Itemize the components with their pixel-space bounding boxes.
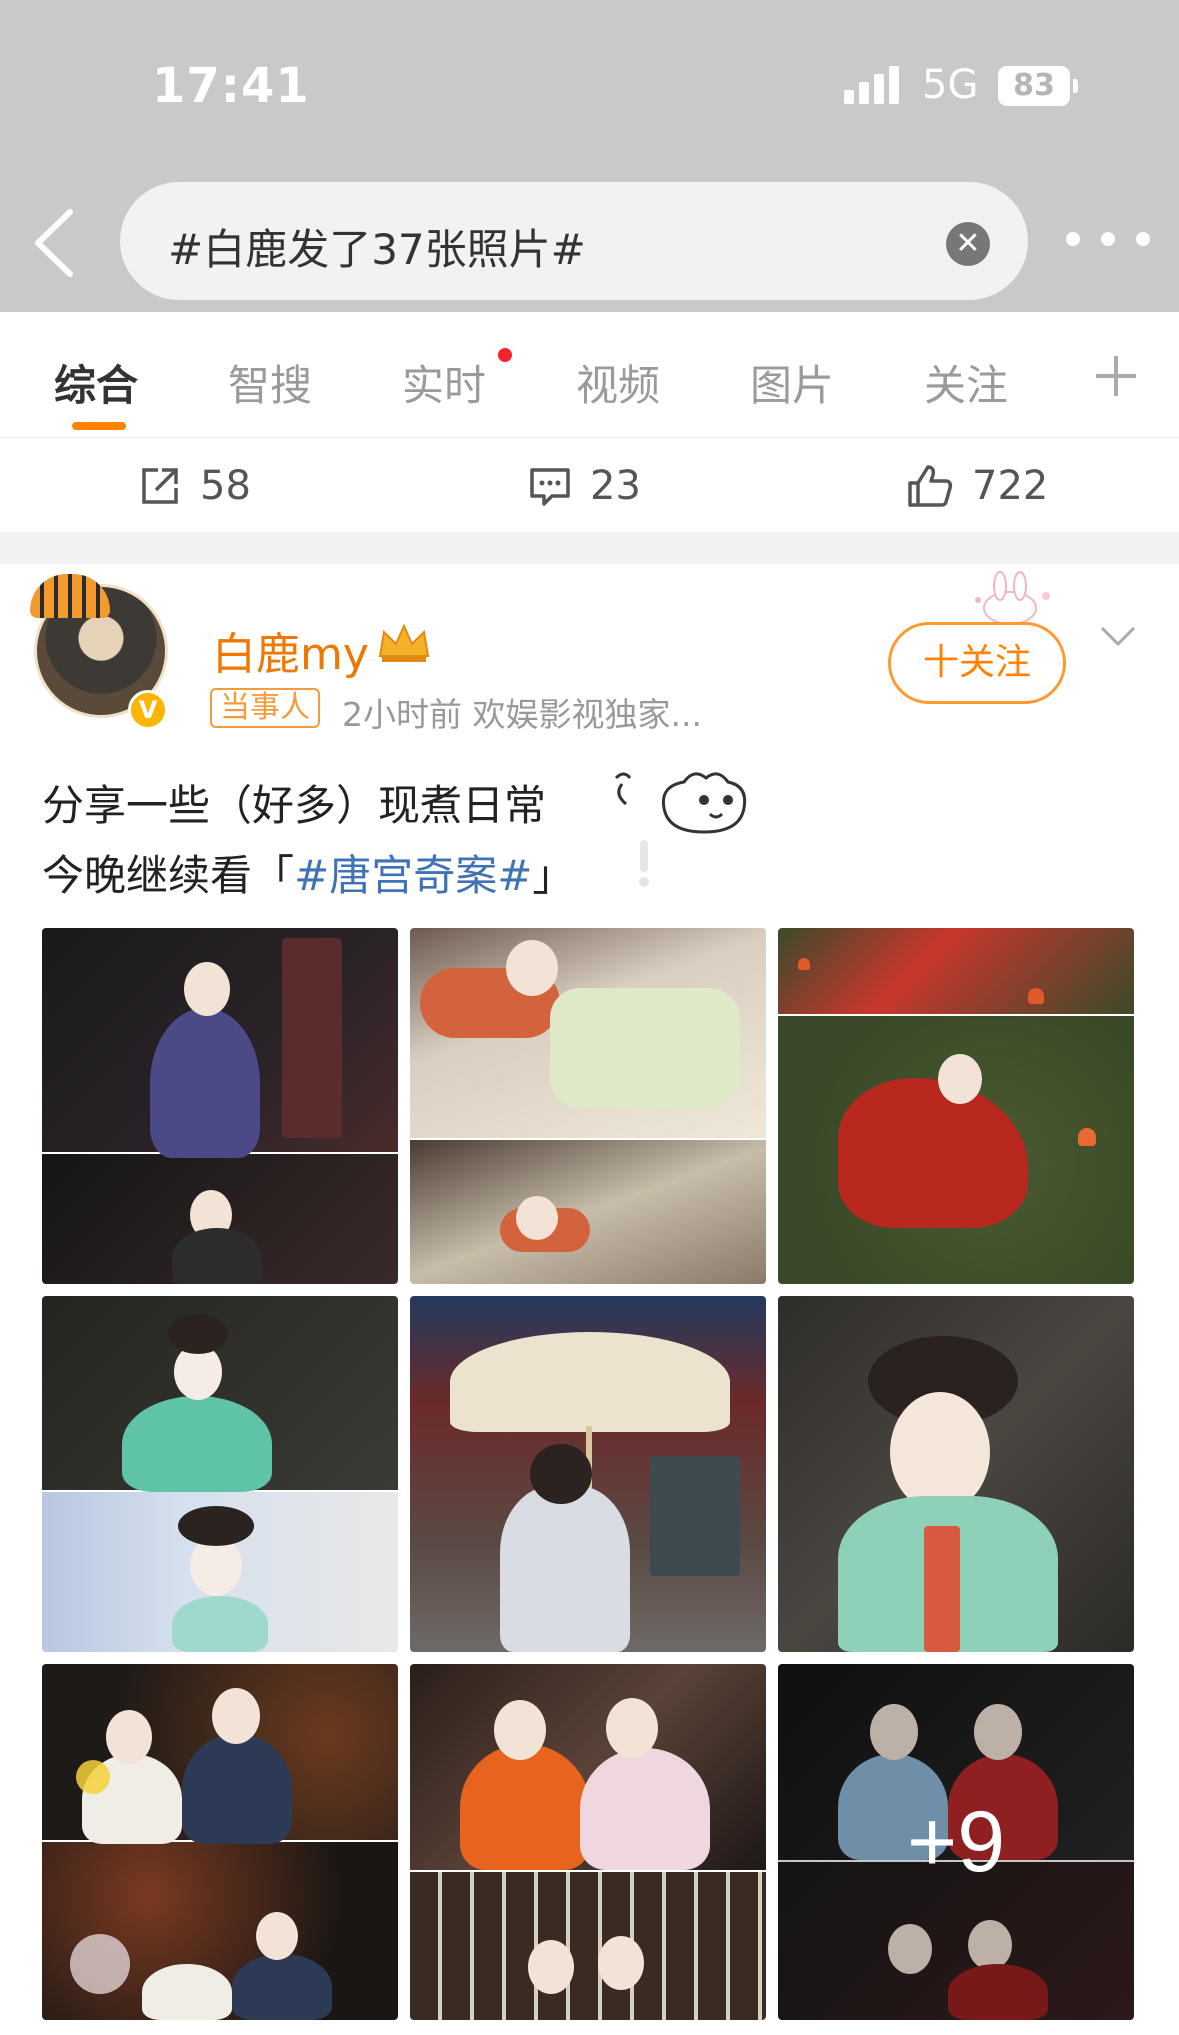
new-content-dot bbox=[498, 348, 512, 362]
user-name[interactable]: 白鹿my bbox=[212, 618, 369, 682]
battery-tip bbox=[1073, 79, 1078, 93]
post-text-line-2: 今晚继续看「#唐宫奇案#」 bbox=[42, 842, 574, 903]
plus-icon[interactable] bbox=[1094, 354, 1138, 398]
top-header: 17:41 5G 83 #白鹿发了37张照片# ✕ bbox=[0, 0, 1179, 312]
cat-face-icon bbox=[614, 772, 747, 834]
thumbs-up-icon bbox=[908, 465, 953, 507]
crown-icon bbox=[378, 623, 430, 662]
more-photos-count[interactable]: +9 bbox=[778, 1664, 1134, 2020]
hashtag-link[interactable]: #唐宫奇案# bbox=[294, 851, 532, 900]
post-text-suffix: 」 bbox=[532, 851, 575, 900]
post-text-prefix: 今晚继续看「 bbox=[42, 851, 295, 900]
chevron-down-icon[interactable] bbox=[1098, 622, 1138, 652]
section-divider bbox=[0, 532, 1179, 564]
photo-3[interactable] bbox=[778, 928, 1134, 1284]
tab-comprehensive[interactable]: 综合 bbox=[54, 352, 138, 413]
post-text-line-1: 分享一些（好多）现煮日常 bbox=[42, 781, 547, 830]
like-button[interactable]: 722 bbox=[906, 454, 1048, 518]
status-time: 17:41 bbox=[152, 58, 310, 114]
signal-icon bbox=[844, 64, 900, 104]
battery-icon: 83 bbox=[998, 66, 1070, 106]
party-tag: 当事人 bbox=[210, 688, 320, 728]
search-bar[interactable]: #白鹿发了37张照片# ✕ bbox=[120, 182, 1028, 300]
tiger-avatar-frame bbox=[30, 574, 110, 618]
tab-smart-search[interactable]: 智搜 bbox=[228, 352, 312, 413]
repost-count: 58 bbox=[200, 463, 251, 509]
photo-6[interactable] bbox=[778, 1296, 1134, 1652]
repost-button[interactable]: 58 bbox=[138, 454, 251, 518]
photo-1[interactable] bbox=[42, 928, 398, 1284]
comment-count: 23 bbox=[590, 463, 641, 509]
more-dots-icon[interactable] bbox=[1066, 232, 1150, 246]
tab-bar: 综合 智搜 实时 视频 图片 关注 bbox=[0, 312, 1179, 438]
comment-button[interactable]: 23 bbox=[528, 454, 641, 518]
like-count: 722 bbox=[972, 463, 1049, 509]
search-input[interactable]: #白鹿发了37张照片# bbox=[168, 216, 586, 277]
back-arrow-icon[interactable] bbox=[32, 208, 76, 278]
post-meta: 2小时前 欢娱影视独家... bbox=[342, 695, 702, 734]
photo-5[interactable] bbox=[410, 1296, 766, 1652]
verified-badge-icon: V bbox=[128, 690, 168, 730]
repost-icon bbox=[142, 468, 178, 504]
tab-following[interactable]: 关注 bbox=[924, 352, 1008, 413]
photo-8[interactable] bbox=[410, 1664, 766, 2020]
tab-video[interactable]: 视频 bbox=[576, 352, 660, 413]
comment-icon bbox=[530, 468, 570, 506]
exclamation-icon bbox=[639, 840, 649, 887]
photo-2[interactable] bbox=[410, 928, 766, 1284]
follow-button[interactable]: 十关注 bbox=[888, 622, 1066, 704]
tab-pictures[interactable]: 图片 bbox=[750, 352, 834, 413]
previous-post-actions: 58 23 722 bbox=[0, 440, 1179, 532]
tab-realtime[interactable]: 实时 bbox=[402, 352, 486, 413]
photo-7[interactable] bbox=[42, 1664, 398, 2020]
photo-4[interactable] bbox=[42, 1296, 398, 1652]
close-circle-icon[interactable]: ✕ bbox=[946, 222, 990, 266]
active-tab-indicator bbox=[72, 422, 126, 430]
bunny-decoration-icon bbox=[975, 571, 1050, 625]
network-type: 5G bbox=[922, 62, 979, 108]
photo-9[interactable]: +9 bbox=[778, 1664, 1134, 2020]
